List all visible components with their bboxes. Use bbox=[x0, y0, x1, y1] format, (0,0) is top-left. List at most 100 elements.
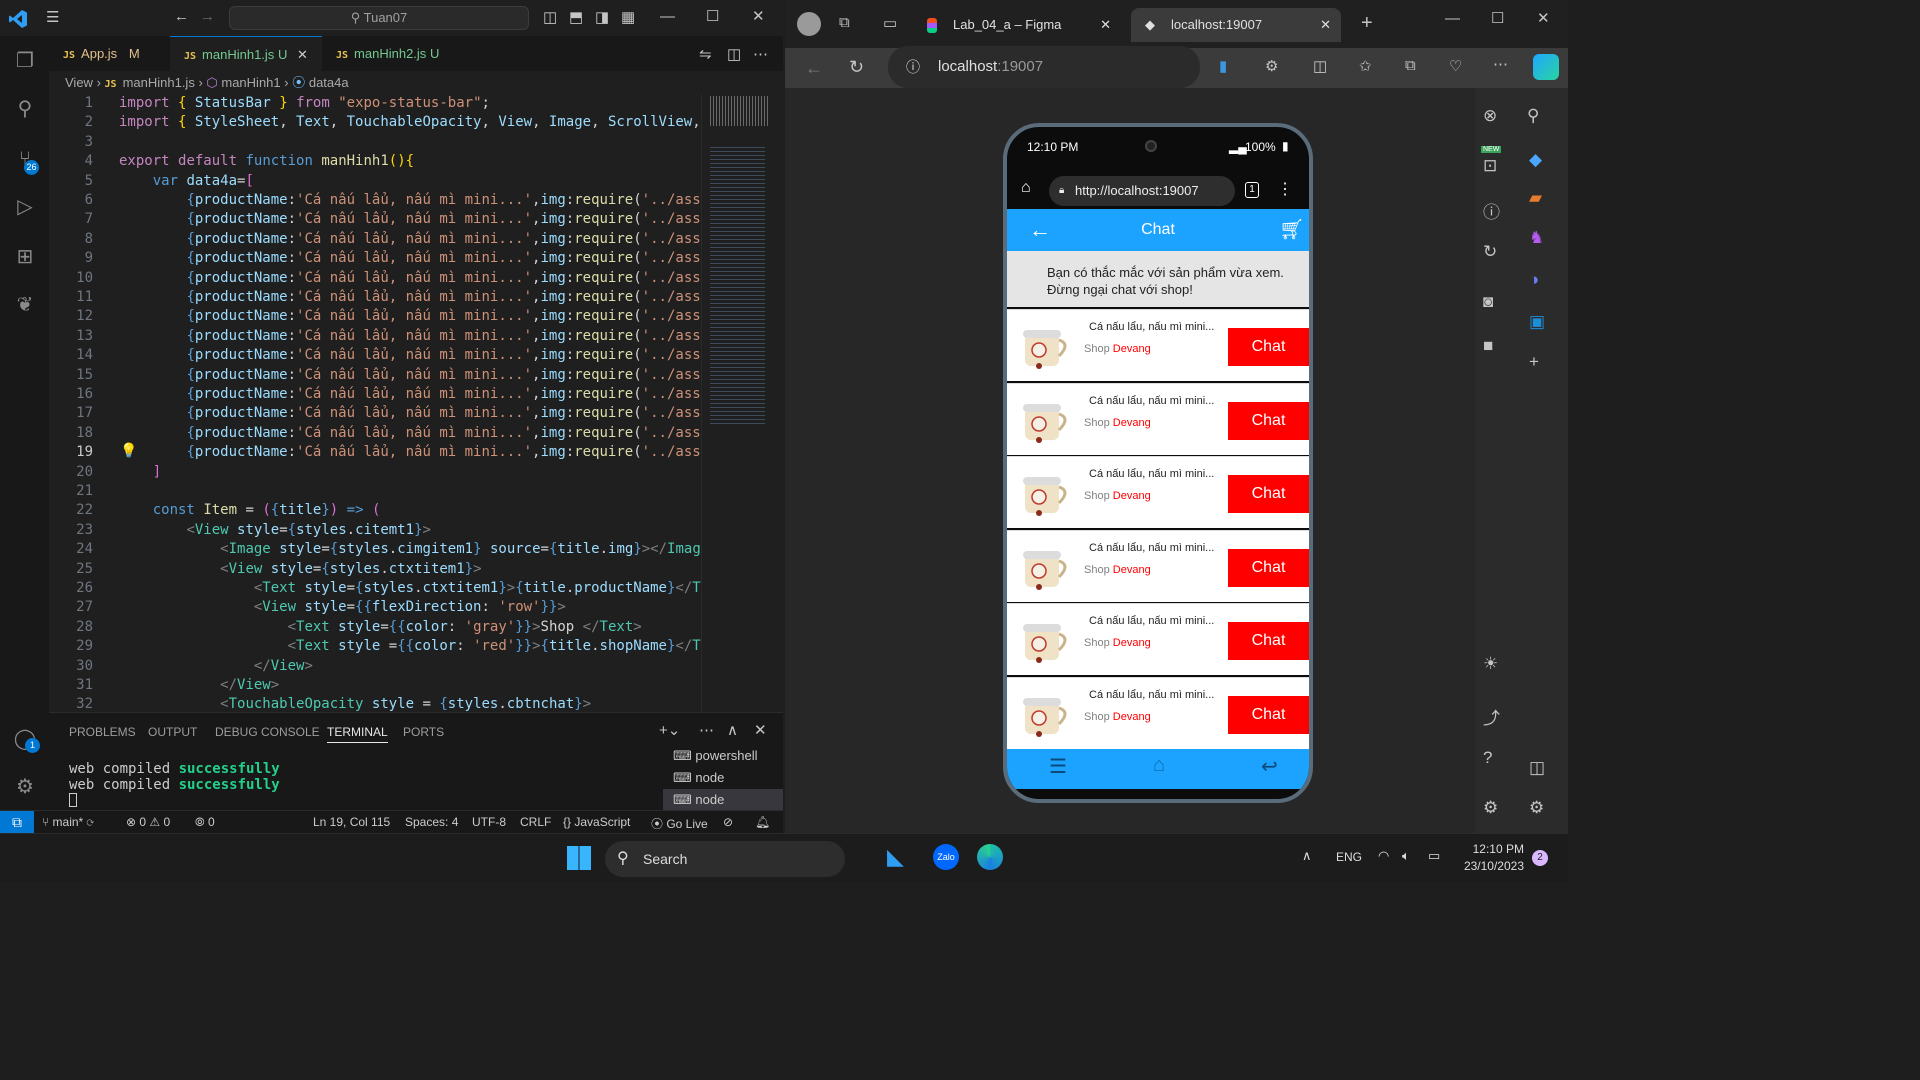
return-icon[interactable]: ↩ bbox=[1261, 754, 1278, 779]
terminal-instance-powershell[interactable]: ⌨ powershell bbox=[663, 745, 783, 767]
ports-indicator[interactable]: ⦾ 0 bbox=[195, 815, 215, 830]
share-icon[interactable]: ⤴ bbox=[1483, 704, 1500, 729]
toggle-secondary-sidebar-icon[interactable]: ◨ bbox=[595, 8, 609, 26]
shop-name[interactable]: Devang bbox=[1113, 637, 1151, 649]
remote-icon[interactable]: ⧉ bbox=[0, 811, 34, 833]
tab-manhinh1-js[interactable]: JS manHinh1.js U ✕ bbox=[170, 36, 322, 71]
new-tab-icon[interactable]: + bbox=[1361, 12, 1373, 35]
panel-tab-problems[interactable]: PROBLEMS bbox=[69, 725, 136, 739]
start-windows-icon[interactable] bbox=[567, 846, 591, 870]
tab-close-icon[interactable]: ✕ bbox=[1320, 8, 1331, 42]
terminal-instance-node-active[interactable]: ⌨ node bbox=[663, 789, 783, 811]
notification-badge[interactable]: 2 bbox=[1532, 850, 1548, 866]
collections-icon[interactable]: ▮ bbox=[1219, 57, 1227, 75]
branch-indicator[interactable]: ⑂ main* ⟳ bbox=[42, 815, 94, 829]
tab-close-icon[interactable]: ✕ bbox=[297, 47, 308, 62]
problems-indicator[interactable]: ⊗ 0 ⚠ 0 bbox=[126, 815, 170, 829]
search-sidebar-icon[interactable]: ⚲ bbox=[1527, 106, 1539, 126]
phone-url-field[interactable]: 🔒︎ http://localhost:19007 bbox=[1049, 176, 1235, 206]
battery-icon[interactable]: ▭ bbox=[1428, 848, 1440, 864]
tools-icon[interactable]: ▰ bbox=[1529, 188, 1542, 208]
profile-avatar[interactable] bbox=[797, 12, 821, 36]
panel-tab-ports[interactable]: PORTS bbox=[403, 725, 444, 739]
toggle-sidebar-icon[interactable]: ◫ bbox=[543, 8, 557, 26]
favorites-icon[interactable]: ✩ bbox=[1359, 57, 1372, 75]
wifi-icon[interactable]: ◠ bbox=[1378, 848, 1389, 864]
indentation[interactable]: Spaces: 4 bbox=[405, 815, 458, 829]
outlook-icon[interactable]: ▣ bbox=[1529, 312, 1545, 332]
tab-actions-icon[interactable]: ▭ bbox=[883, 14, 897, 32]
close-devtools-icon[interactable]: ⊗ bbox=[1483, 106, 1497, 126]
input-language[interactable]: ENG bbox=[1336, 850, 1362, 864]
panel-more-icon[interactable]: ⋯ bbox=[699, 721, 714, 739]
minimap[interactable] bbox=[701, 94, 783, 712]
minimize-icon[interactable]: — bbox=[660, 8, 675, 25]
maximize-panel-icon[interactable]: ∧ bbox=[727, 721, 738, 739]
customize-layout-icon[interactable]: ▦ bbox=[621, 8, 635, 26]
video-icon[interactable]: ■ bbox=[1483, 336, 1493, 356]
tab-collections-icon[interactable]: ⧉ bbox=[1405, 57, 1416, 74]
close-icon[interactable]: ✕ bbox=[752, 7, 765, 25]
lightbulb-icon[interactable]: 💡 bbox=[120, 442, 137, 459]
screenshot-icon[interactable]: ◙ bbox=[1483, 292, 1493, 312]
copilot-icon[interactable]: ⊘ bbox=[723, 815, 733, 829]
chat-button[interactable]: Chat bbox=[1228, 328, 1309, 366]
close-icon[interactable]: ✕ bbox=[1537, 9, 1550, 27]
panel-tab-debug-console[interactable]: DEBUG CONSOLE bbox=[215, 725, 320, 739]
maximize-icon[interactable]: ☐ bbox=[1491, 9, 1504, 27]
rotate-icon[interactable]: ↻ bbox=[1483, 242, 1497, 262]
new-terminal-icon[interactable]: +⌄ bbox=[659, 721, 680, 739]
extensions-icon[interactable]: ⚙ bbox=[1265, 57, 1278, 75]
show-hidden-icons[interactable]: ∧ bbox=[1302, 848, 1312, 864]
info-icon[interactable]: ⓘ bbox=[1483, 198, 1500, 223]
close-panel-icon[interactable]: ✕ bbox=[754, 721, 767, 739]
copilot-icon[interactable] bbox=[1533, 54, 1559, 80]
info-icon[interactable]: ⓘ bbox=[906, 46, 920, 88]
settings-icon[interactable]: ⚙ bbox=[1483, 798, 1498, 818]
chat-button[interactable]: Chat bbox=[1228, 401, 1309, 440]
split-screen-icon[interactable]: ◫ bbox=[1313, 57, 1327, 75]
home-icon[interactable]: ⌂ bbox=[1153, 754, 1165, 777]
line-ending[interactable]: CRLF bbox=[520, 815, 551, 829]
forward-icon[interactable]: → bbox=[200, 8, 215, 25]
browser-tab-figma[interactable]: Lab_04_a – Figma ✕ bbox=[913, 8, 1121, 42]
tab-close-icon[interactable]: ✕ bbox=[1100, 8, 1111, 42]
tab-manhinh2-js[interactable]: JS manHinh2.js U bbox=[322, 36, 462, 71]
kebab-menu-icon[interactable]: ⋮ bbox=[1277, 179, 1293, 199]
brightness-icon[interactable]: ☀ bbox=[1483, 654, 1498, 674]
chat-button[interactable]: Chat bbox=[1228, 622, 1309, 661]
panel-tab-terminal[interactable]: TERMINAL bbox=[327, 725, 388, 743]
tab-count[interactable]: 1 bbox=[1245, 182, 1259, 198]
panel-tab-output[interactable]: OUTPUT bbox=[148, 725, 197, 739]
language-mode[interactable]: {} JavaScript bbox=[563, 815, 630, 829]
help-icon[interactable]: ? bbox=[1483, 748, 1492, 768]
menu-icon[interactable]: ☰ bbox=[1049, 754, 1067, 779]
clock-date[interactable]: 23/10/2023 bbox=[1460, 859, 1524, 873]
go-live-button[interactable]: ⦿ Go Live bbox=[651, 815, 708, 832]
browser-tab-localhost[interactable]: ◆ localhost:19007 ✕ bbox=[1131, 8, 1341, 42]
customize-icon[interactable]: ⚙ bbox=[1529, 798, 1544, 818]
chat-button[interactable]: Chat bbox=[1228, 548, 1309, 587]
chat-button[interactable]: Chat bbox=[1228, 696, 1309, 734]
compare-changes-icon[interactable]: ⇋ bbox=[699, 45, 712, 63]
code-editor[interactable]: 1 import { StatusBar } from "expo-status-… bbox=[49, 94, 701, 712]
hide-sidebar-icon[interactable]: ◫ bbox=[1529, 758, 1545, 778]
taskbar-search[interactable]: ⚲ Search bbox=[605, 841, 845, 877]
extensions-icon[interactable]: ⊞ bbox=[12, 244, 38, 270]
zalo-icon[interactable]: Zalo bbox=[933, 844, 959, 870]
refresh-icon[interactable]: ↻ bbox=[849, 57, 864, 78]
home-icon[interactable]: ⌂ bbox=[1021, 179, 1031, 197]
games-icon[interactable]: ♞ bbox=[1529, 228, 1544, 248]
run-debug-icon[interactable]: ▷ bbox=[12, 194, 38, 220]
back-icon[interactable]: ← bbox=[805, 58, 823, 79]
settings-gear-icon[interactable]: ⚙ bbox=[12, 774, 38, 800]
vscode-taskbar-icon[interactable]: ◣ bbox=[887, 844, 904, 870]
shop-name[interactable]: Devang bbox=[1113, 417, 1151, 429]
tab-app-js[interactable]: JS App.js M bbox=[49, 36, 169, 71]
terminal-instance-node[interactable]: ⌨ node bbox=[663, 767, 783, 789]
cursor-position[interactable]: Ln 19, Col 115 bbox=[313, 815, 390, 829]
address-bar[interactable]: ⓘ localhost:19007 bbox=[888, 46, 1200, 88]
more-actions-icon[interactable]: ⋯ bbox=[753, 45, 768, 63]
toggle-panel-icon[interactable]: ⬒ bbox=[569, 8, 583, 26]
bell-icon[interactable]: 🔔︎ bbox=[755, 815, 770, 829]
